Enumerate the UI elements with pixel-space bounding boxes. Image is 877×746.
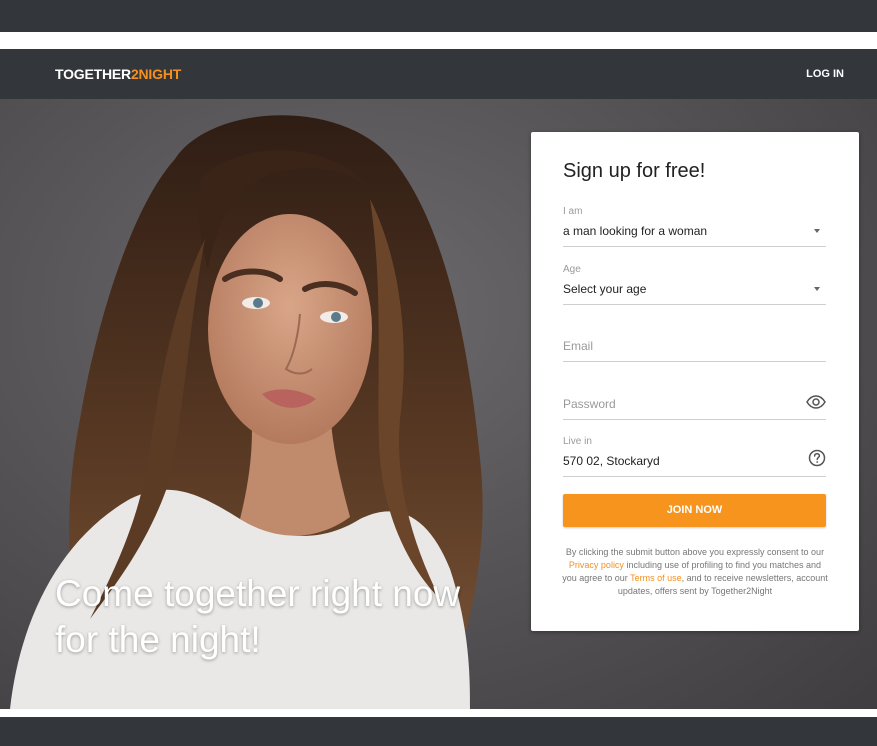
password-placeholder: Password bbox=[563, 397, 616, 411]
login-link[interactable]: LOG IN bbox=[806, 68, 844, 80]
email-placeholder: Email bbox=[563, 339, 594, 353]
join-now-button[interactable]: JOIN NOW bbox=[563, 494, 826, 527]
iam-label: I am bbox=[563, 206, 583, 217]
terms-of-use-link[interactable]: Terms of use bbox=[630, 573, 682, 583]
privacy-policy-link[interactable]: Privacy policy bbox=[569, 560, 624, 570]
location-label: Live in bbox=[563, 436, 592, 447]
age-select[interactable]: Age Select your age bbox=[563, 262, 826, 305]
hero-headline-line2: for the night! bbox=[55, 619, 261, 660]
location-value: 570 02, Stockaryd bbox=[563, 454, 660, 468]
hero-headline-line1: Come together right now bbox=[55, 573, 461, 614]
email-field[interactable]: Email bbox=[563, 320, 826, 362]
password-field[interactable]: Password bbox=[563, 378, 826, 420]
caret-down-icon bbox=[814, 229, 820, 233]
brand-logo[interactable]: TOGETHER2NIGHT bbox=[55, 66, 181, 82]
eye-icon[interactable] bbox=[806, 395, 826, 414]
signup-card: Sign up for free! I am a man looking for… bbox=[531, 132, 859, 631]
iam-select[interactable]: I am a man looking for a woman bbox=[563, 204, 826, 247]
location-field[interactable]: Live in 570 02, Stockaryd bbox=[563, 434, 826, 477]
top-navbar: TOGETHER2NIGHT LOG IN bbox=[0, 49, 877, 99]
logo-text-2night: 2NIGHT bbox=[130, 66, 182, 82]
signup-title: Sign up for free! bbox=[563, 160, 706, 182]
logo-text-together: TOGETHER bbox=[55, 66, 131, 82]
legal-consent-text: By clicking the submit button above you … bbox=[561, 546, 829, 598]
age-label: Age bbox=[563, 264, 581, 275]
question-circle-icon[interactable] bbox=[808, 449, 826, 472]
top-white-strip bbox=[0, 32, 877, 49]
age-value: Select your age bbox=[563, 282, 647, 296]
legal-text-part1: By clicking the submit button above you … bbox=[565, 547, 825, 557]
iam-value: a man looking for a woman bbox=[563, 224, 708, 238]
bottom-white-strip bbox=[0, 709, 877, 717]
hero-headline: Come together right now for the night! bbox=[55, 571, 515, 663]
caret-down-icon bbox=[814, 287, 820, 291]
